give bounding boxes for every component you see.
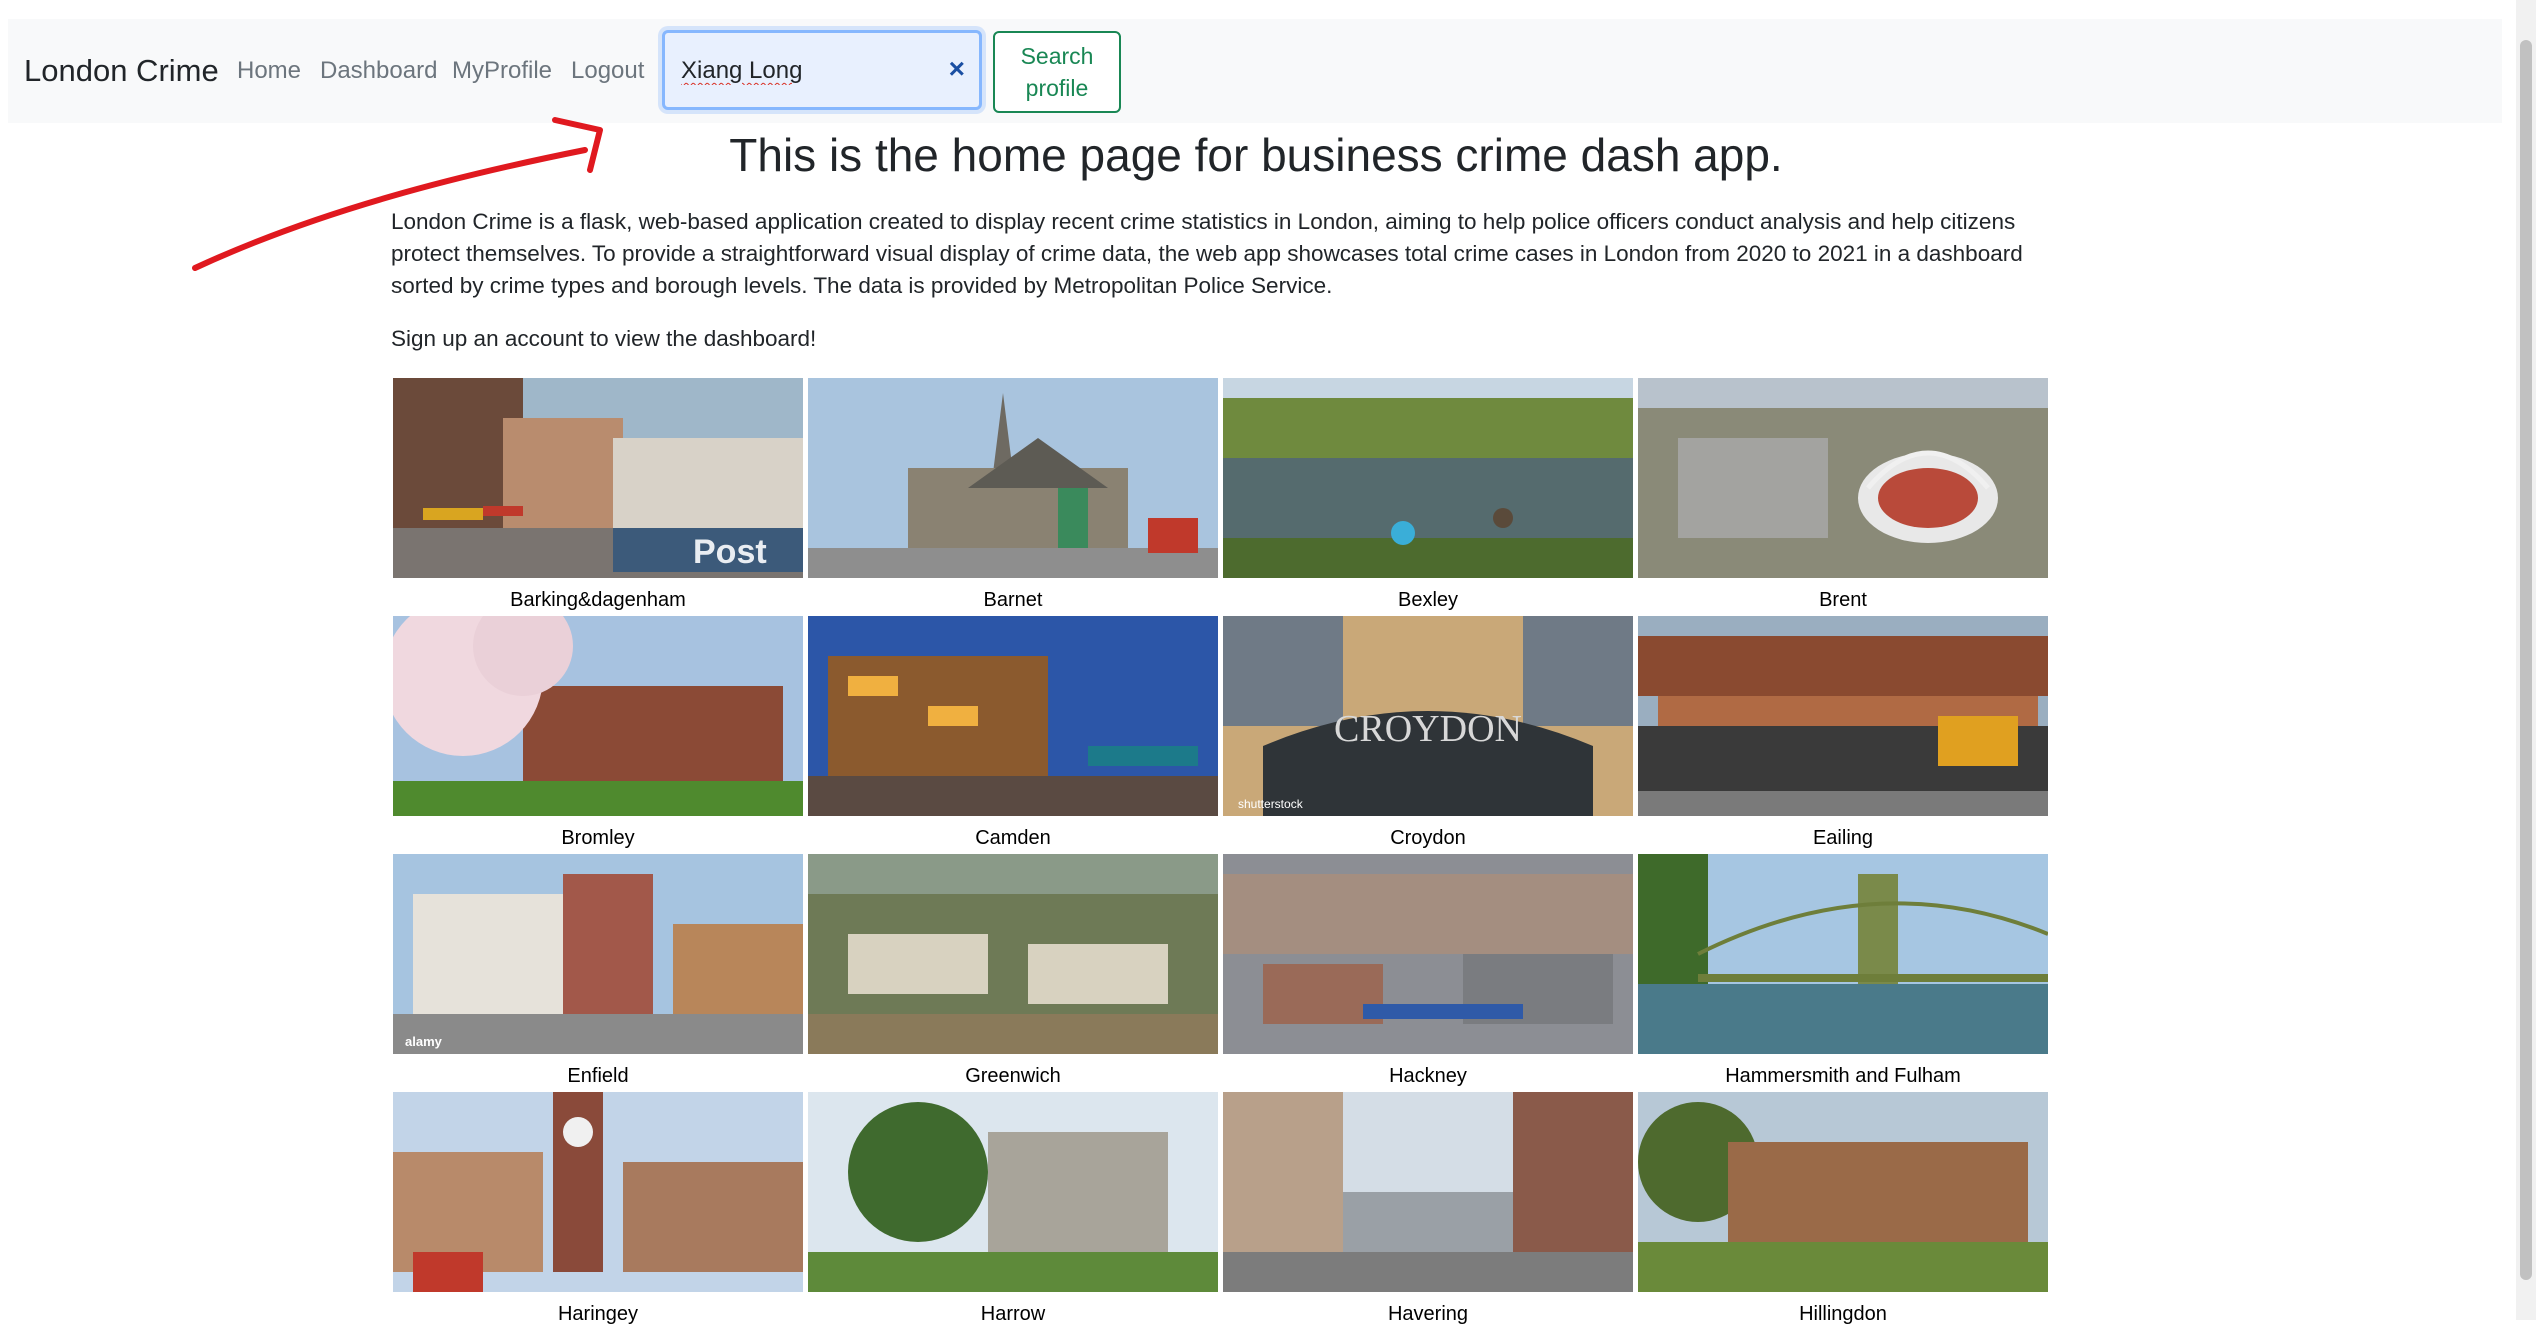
barking-photo: Post — [393, 378, 803, 578]
search-profile-button[interactable]: Search profile — [993, 31, 1121, 113]
borough-caption[interactable]: Brent — [1638, 589, 2048, 612]
brent-photo — [1638, 378, 2048, 578]
clear-icon[interactable]: × — [949, 53, 965, 85]
croydon-sign-text: CROYDON — [1334, 708, 1522, 750]
signup-message: Sign up an account to view the dashboard… — [391, 326, 817, 351]
page-title: This is the home page for business crime… — [729, 129, 1783, 181]
borough-caption[interactable]: Haringey — [393, 1303, 803, 1326]
search-input[interactable] — [679, 33, 933, 109]
borough-tile-barnet[interactable]: Barnet — [808, 378, 1218, 612]
borough-tile-ealing[interactable]: Eailing — [1638, 616, 2048, 850]
camden-photo — [808, 616, 1218, 816]
borough-caption[interactable]: Harrow — [808, 1303, 1218, 1326]
barnet-photo — [808, 378, 1218, 578]
borough-caption[interactable]: Enfield — [393, 1065, 803, 1088]
borough-tile-havering[interactable]: Havering — [1223, 1092, 1633, 1326]
borough-caption[interactable]: Barking&dagenham — [393, 589, 803, 612]
borough-tile-hackney[interactable]: Hackney — [1223, 854, 1633, 1088]
borough-caption[interactable]: Bromley — [393, 827, 803, 850]
nav-myprofile[interactable]: MyProfile — [452, 57, 552, 85]
hammersmith-photo — [1638, 854, 2048, 1054]
nav-home[interactable]: Home — [237, 57, 301, 85]
havering-photo — [1223, 1092, 1633, 1292]
brand-logo[interactable]: London Crime — [24, 53, 219, 89]
borough-caption[interactable]: Barnet — [808, 589, 1218, 612]
bromley-photo — [393, 616, 803, 816]
watermark-text: alamy — [405, 1034, 443, 1049]
harrow-photo — [808, 1092, 1218, 1292]
hillingdon-photo — [1638, 1092, 2048, 1292]
borough-caption[interactable]: Greenwich — [808, 1065, 1218, 1088]
watermark-text: shutterstock — [1238, 797, 1304, 811]
borough-caption[interactable]: Eailing — [1638, 827, 2048, 850]
borough-caption[interactable]: Hillingdon — [1638, 1303, 2048, 1326]
borough-tile-haringey[interactable]: Haringey — [393, 1092, 803, 1326]
navbar: London Crime Home Dashboard MyProfile Lo… — [8, 19, 2502, 123]
borough-tile-barking[interactable]: Post Barking&dagenham — [393, 378, 803, 612]
borough-caption[interactable]: Hackney — [1223, 1065, 1633, 1088]
croydon-photo: CROYDON shutterstock — [1223, 616, 1633, 816]
nav-logout[interactable]: Logout — [571, 57, 644, 85]
nav-dashboard[interactable]: Dashboard — [320, 57, 437, 85]
borough-caption[interactable]: Bexley — [1223, 589, 1633, 612]
borough-caption[interactable]: Havering — [1223, 1303, 1633, 1326]
borough-tile-hillingdon[interactable]: Hillingdon — [1638, 1092, 2048, 1326]
enfield-photo: alamy — [393, 854, 803, 1054]
search-profile-label: Search profile — [1020, 43, 1094, 101]
intro-paragraph: London Crime is a flask, web-based appli… — [391, 209, 2023, 298]
borough-caption[interactable]: Camden — [808, 827, 1218, 850]
borough-tile-hammersmith[interactable]: Hammersmith and Fulham — [1638, 854, 2048, 1088]
borough-caption[interactable]: Croydon — [1223, 827, 1633, 850]
greenwich-photo — [808, 854, 1218, 1054]
borough-caption[interactable]: Hammersmith and Fulham — [1638, 1065, 2048, 1088]
borough-tile-harrow[interactable]: Harrow — [808, 1092, 1218, 1326]
scrollbar-thumb[interactable] — [2520, 40, 2532, 1280]
bexley-photo — [1223, 378, 1633, 578]
search-field[interactable]: × — [662, 30, 982, 110]
ealing-photo — [1638, 616, 2048, 816]
hackney-photo — [1223, 854, 1633, 1054]
borough-tile-enfield[interactable]: alamy Enfield — [393, 854, 803, 1088]
barking-sign-text: Post — [693, 533, 767, 571]
haringey-photo — [393, 1092, 803, 1292]
borough-tile-bexley[interactable]: Bexley — [1223, 378, 1633, 612]
borough-tile-camden[interactable]: Camden — [808, 616, 1218, 850]
page-scrollbar[interactable] — [2516, 0, 2536, 1320]
borough-tile-brent[interactable]: Brent — [1638, 378, 2048, 612]
borough-tile-greenwich[interactable]: Greenwich — [808, 854, 1218, 1088]
borough-tile-bromley[interactable]: Bromley — [393, 616, 803, 850]
borough-tile-croydon[interactable]: CROYDON shutterstock Croydon — [1223, 616, 1633, 850]
